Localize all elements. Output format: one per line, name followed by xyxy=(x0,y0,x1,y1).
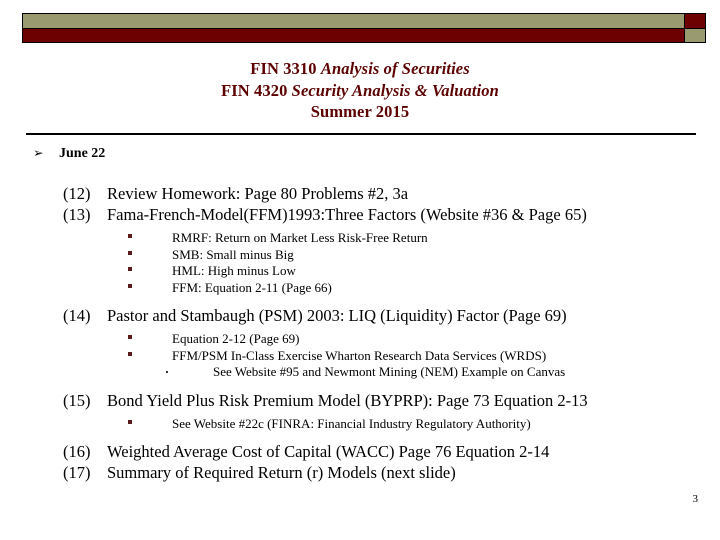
item-number: (12) xyxy=(63,184,91,203)
slide-number: 3 xyxy=(692,493,699,505)
sub-item-text: FFM/PSM In-Class Exercise Wharton Resear… xyxy=(172,347,547,363)
banner-cell-olive-right xyxy=(685,28,705,42)
sub-item-text: HML: High minus Low xyxy=(172,263,296,278)
sub-item-text: SMB: Small minus Big xyxy=(172,246,294,262)
item-number: (16) xyxy=(63,442,91,461)
sub-list-item: HML: High minus Low xyxy=(0,263,720,280)
list-item: (17) Summary of Required Return (r) Mode… xyxy=(0,462,720,483)
list-item: (13) Fama-French-Model(FFM)1993:Three Fa… xyxy=(0,204,720,225)
slide-title: FIN 3310 Analysis of Securities FIN 4320… xyxy=(0,58,720,123)
title-line-1-prefix: FIN 3310 xyxy=(250,59,321,78)
title-line-2-prefix: FIN 4320 xyxy=(221,80,292,100)
banner-cell-maroon-right xyxy=(685,14,705,28)
item-text: Weighted Average Cost of Capital (WACC) … xyxy=(107,442,550,461)
title-line-1-italic: Analysis of Securities xyxy=(320,59,470,78)
title-line-1: FIN 3310 Analysis of Securities xyxy=(0,58,720,80)
sub-list-item: RMRF: Return on Market Less Risk-Free Re… xyxy=(0,230,720,247)
item-text: Review Homework: Page 80 Problems #2, 3a xyxy=(107,184,409,203)
item-number: (15) xyxy=(63,390,91,410)
title-line-2-italic: Security Analysis & Valuation xyxy=(291,80,499,100)
sub-sub-list-item: See Website #95 and Newmont Mining (NEM)… xyxy=(0,364,720,381)
item-text: Pastor and Stambaugh (PSM) 2003: LIQ (Li… xyxy=(107,306,567,325)
item-number: (17) xyxy=(63,463,91,482)
arrow-bullet-icon: ➢ xyxy=(33,145,44,160)
agenda-date-label: June 22 xyxy=(59,146,106,161)
sub-list-item: Equation 2-12 (Page 69) xyxy=(0,331,720,348)
title-line-2: FIN 4320 Security Analysis & Valuation xyxy=(0,80,720,102)
slide-body: ➢ June 22 (12) Review Homework: Page 80 … xyxy=(0,143,720,483)
sub-list-item: FFM: Equation 2-11 (Page 66) xyxy=(0,280,720,297)
list-item: (14) Pastor and Stambaugh (PSM) 2003: LI… xyxy=(0,305,720,326)
banner-cell-maroon-left xyxy=(23,28,684,42)
list-item: (16) Weighted Average Cost of Capital (W… xyxy=(0,441,720,462)
numbered-item-list: (12) Review Homework: Page 80 Problems #… xyxy=(0,183,720,483)
sub-item-text: FFM: Equation 2-11 (Page 66) xyxy=(172,279,332,295)
banner-cell-olive-left xyxy=(23,14,684,28)
sub-list-item: SMB: Small minus Big xyxy=(0,247,720,264)
banner-grid xyxy=(22,13,706,43)
sub-item-text: RMRF: Return on Market Less Risk-Free Re… xyxy=(172,230,428,245)
item-number: (13) xyxy=(63,205,91,224)
sub-item-text: See Website #22c (FINRA: Financial Indus… xyxy=(172,415,531,431)
item-text: Bond Yield Plus Risk Premium Model (BYPR… xyxy=(107,390,588,410)
sub-sub-item-text: See Website #95 and Newmont Mining (NEM)… xyxy=(213,364,566,379)
agenda-date-row: ➢ June 22 xyxy=(0,143,720,163)
item-number: (14) xyxy=(63,306,91,325)
item-text: Fama-French-Model(FFM)1993:Three Factors… xyxy=(107,205,587,224)
sub-item-text: Equation 2-12 (Page 69) xyxy=(172,331,300,346)
sub-list-item: See Website #22c (FINRA: Financial Indus… xyxy=(0,416,720,433)
sub-list-item: FFM/PSM In-Class Exercise Wharton Resear… xyxy=(0,348,720,365)
list-item: (12) Review Homework: Page 80 Problems #… xyxy=(0,183,720,204)
list-item: (15) Bond Yield Plus Risk Premium Model … xyxy=(0,390,720,411)
title-line-3: Summer 2015 xyxy=(310,102,410,121)
title-divider-rule xyxy=(26,133,696,135)
decorative-top-banner xyxy=(22,13,706,43)
item-text: Summary of Required Return (r) Models (n… xyxy=(107,463,456,482)
